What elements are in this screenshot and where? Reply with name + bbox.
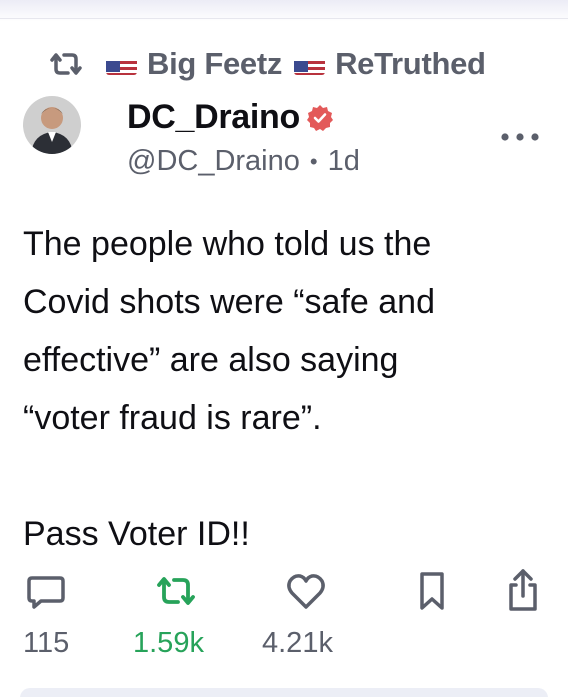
separator-dot: • xyxy=(309,148,318,174)
bottom-bar xyxy=(20,688,548,697)
retruth-user-name[interactable]: Big Feetz xyxy=(147,46,282,82)
retruth-button[interactable] xyxy=(153,568,199,614)
like-count: 4.21k xyxy=(262,627,333,659)
author-display-name[interactable]: DC_Draino xyxy=(127,98,300,137)
verified-badge-icon xyxy=(307,104,333,131)
author-name-row: DC_Draino xyxy=(127,98,334,137)
author-handle[interactable]: @DC_Draino xyxy=(127,145,300,178)
reply-button[interactable] xyxy=(23,568,69,614)
heart-icon xyxy=(287,574,325,609)
post-age: 1d xyxy=(327,145,360,177)
us-flag-icon xyxy=(294,54,326,75)
reply-count: 115 xyxy=(23,627,70,659)
bookmark-icon xyxy=(420,572,444,610)
share-icon xyxy=(509,569,537,611)
reply-icon xyxy=(27,576,65,609)
retruth-action-label: ReTruthed xyxy=(335,46,486,81)
post-actions xyxy=(0,568,568,618)
author-handle-row: @DC_Draino • 1d xyxy=(127,145,360,178)
retruth-header: Big Feetz ReTruthed xyxy=(46,42,498,86)
top-divider xyxy=(0,18,568,19)
like-button[interactable] xyxy=(283,568,329,614)
retruth-icon xyxy=(50,53,82,75)
retruth-icon xyxy=(157,577,195,605)
us-flag-icon xyxy=(106,54,137,75)
retruth-count: 1.59k xyxy=(133,627,204,659)
post-text: The people who told us the Covid shots w… xyxy=(23,225,435,553)
avatar[interactable] xyxy=(23,96,81,154)
more-icon[interactable] xyxy=(498,125,542,149)
share-button[interactable] xyxy=(500,568,546,614)
bookmark-button[interactable] xyxy=(409,568,455,614)
